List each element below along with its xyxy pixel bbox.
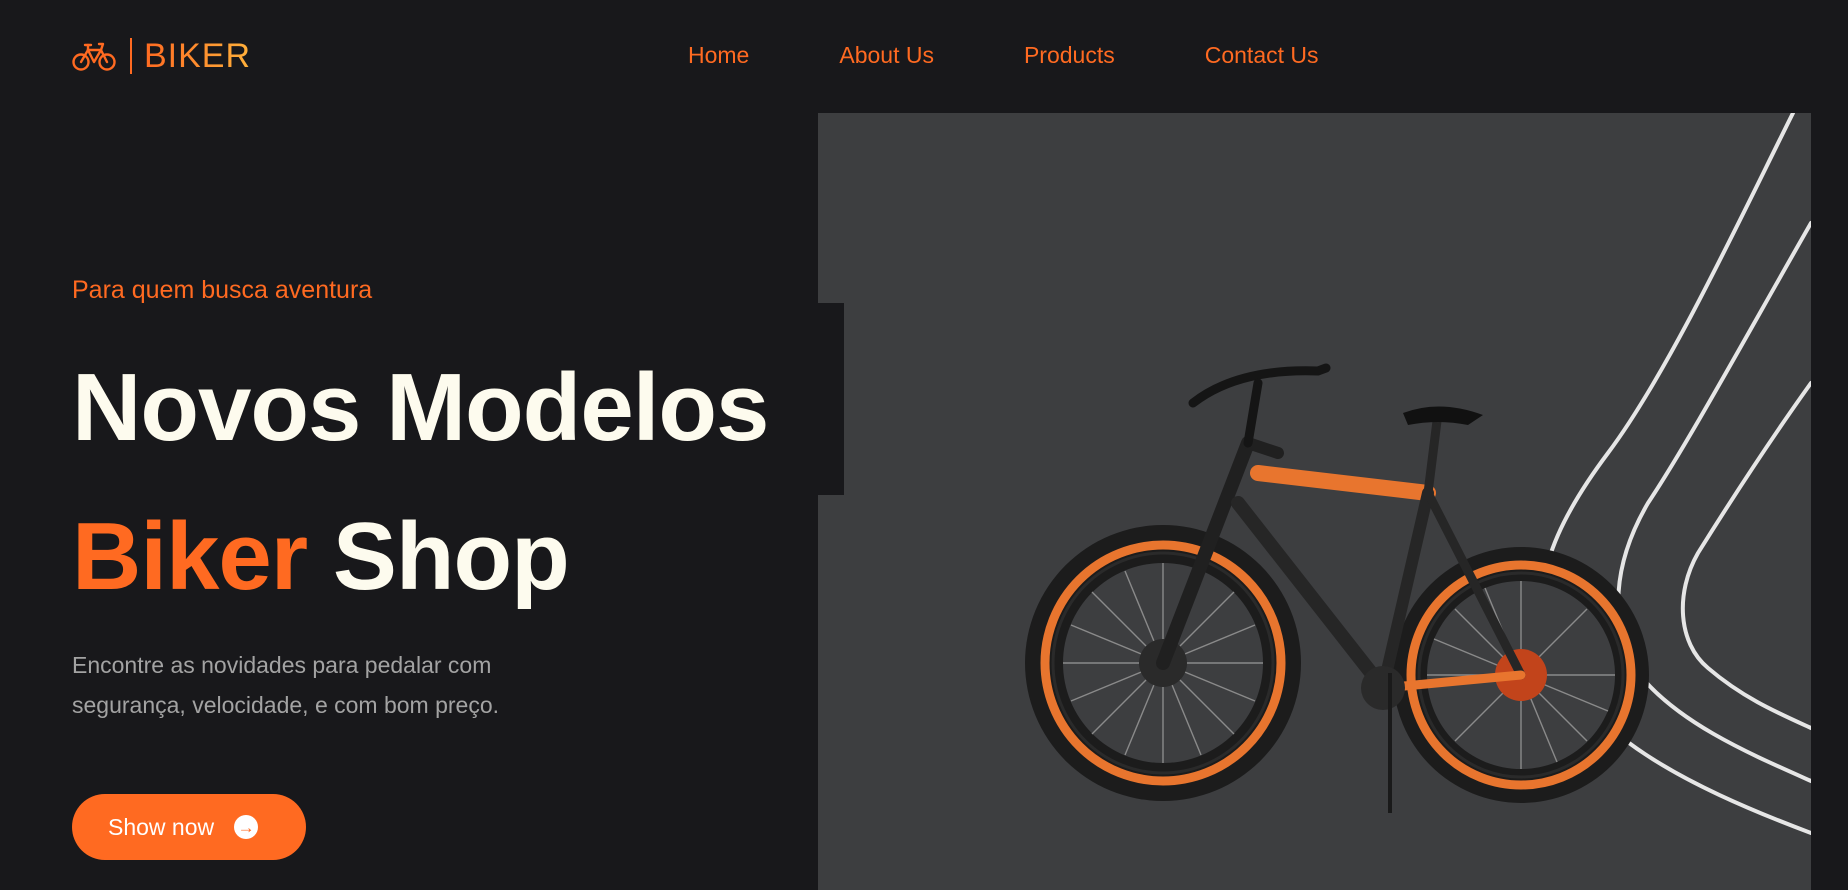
show-now-label: Show now: [108, 813, 215, 840]
bicycle-icon: [72, 42, 116, 71]
logo[interactable]: BIKER: [72, 38, 251, 74]
hero-title-accent: Biker: [72, 503, 308, 610]
nav-link-contact-us[interactable]: Contact Us: [1205, 40, 1319, 70]
main-nav: Home About Us Products Contact Us: [688, 40, 1319, 70]
hero-title-line1: Novos Modelos: [72, 354, 769, 461]
hero-tagline: Para quem busca aventura: [72, 276, 373, 304]
show-now-button[interactable]: Show now →: [72, 794, 306, 860]
nav-link-products[interactable]: Products: [1024, 40, 1115, 70]
nav-link-about-us[interactable]: About Us: [839, 40, 934, 70]
logo-text: BIKER: [144, 37, 252, 75]
hero-description: Encontre as novidades para pedalar com s…: [72, 652, 500, 718]
bicycle-illustration: [1025, 363, 1649, 813]
hero-title-line2: Biker Shop: [72, 502, 570, 612]
image-notch: [818, 303, 844, 495]
hero-title-rest: Shop: [332, 503, 570, 610]
hero-bike-image: [818, 113, 1811, 890]
logo-divider: [130, 38, 132, 74]
arrow-right-circle-icon: →: [234, 815, 259, 839]
nav-link-home[interactable]: Home: [688, 40, 749, 70]
